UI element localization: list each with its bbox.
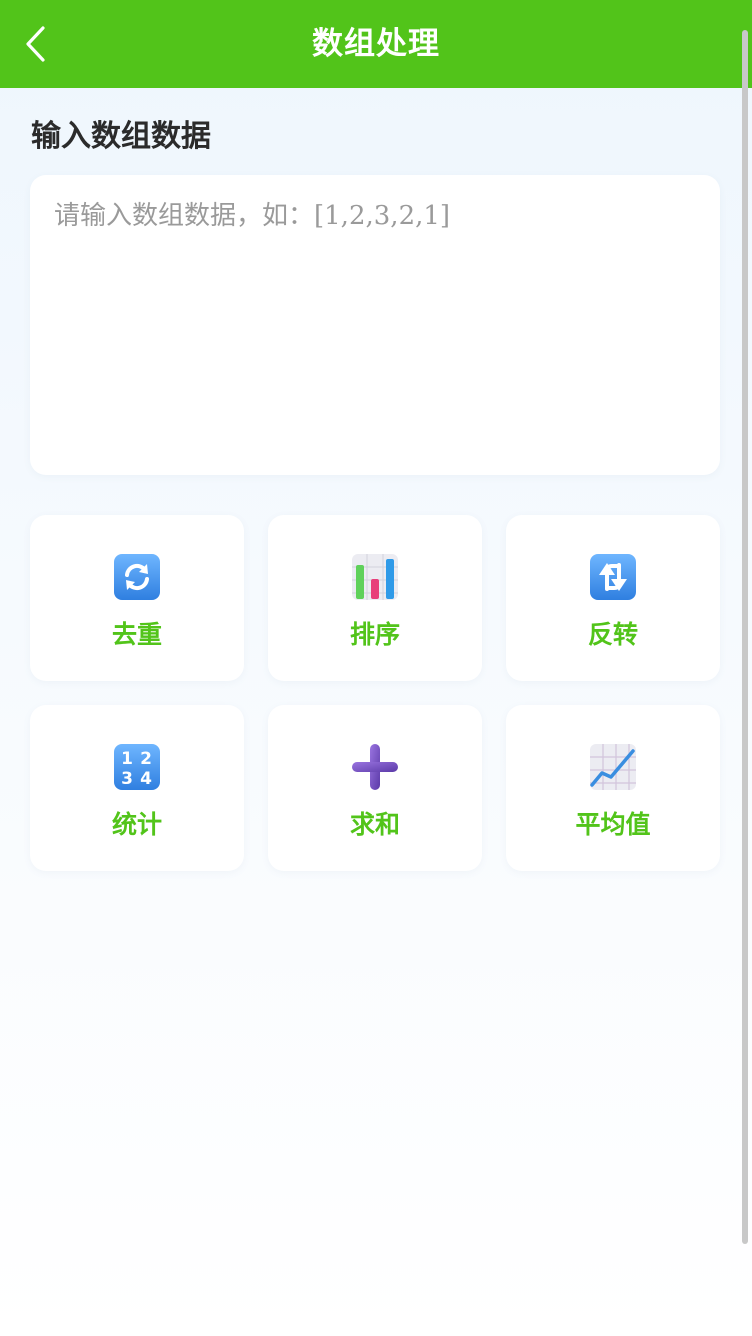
- sum-button[interactable]: 求和: [268, 705, 482, 871]
- statistics-label: 统计: [111, 810, 162, 839]
- array-input-field[interactable]: [30, 175, 720, 475]
- plus-icon: [352, 744, 398, 790]
- refresh-arrows-icon: [114, 554, 160, 600]
- bar-chart-icon: [352, 554, 398, 600]
- sort-label: 排序: [349, 620, 400, 649]
- average-button[interactable]: 平均值: [506, 705, 720, 871]
- sort-button[interactable]: 排序: [268, 515, 482, 681]
- reverse-button[interactable]: 反转: [506, 515, 720, 681]
- swap-vertical-icon: [590, 554, 636, 600]
- dedupe-button[interactable]: 去重: [30, 515, 244, 681]
- svg-text:3: 3: [121, 769, 133, 789]
- svg-text:2: 2: [140, 749, 152, 769]
- number-keypad-icon: 1 2 3 4: [114, 744, 160, 790]
- input-section-title: 输入数组数据: [31, 119, 211, 154]
- reverse-label: 反转: [587, 620, 638, 649]
- page-title: 数组处理: [312, 26, 440, 62]
- dedupe-label: 去重: [111, 620, 162, 649]
- sum-label: 求和: [349, 810, 400, 839]
- svg-text:4: 4: [140, 769, 152, 789]
- header-bar: 数组处理: [0, 0, 752, 88]
- average-label: 平均值: [575, 810, 651, 839]
- svg-text:1: 1: [121, 749, 133, 769]
- trend-chart-icon: [590, 744, 636, 790]
- array-input-card: [30, 175, 720, 475]
- statistics-button[interactable]: 1 2 3 4 统计: [30, 705, 244, 871]
- scrollbar[interactable]: [742, 30, 748, 1244]
